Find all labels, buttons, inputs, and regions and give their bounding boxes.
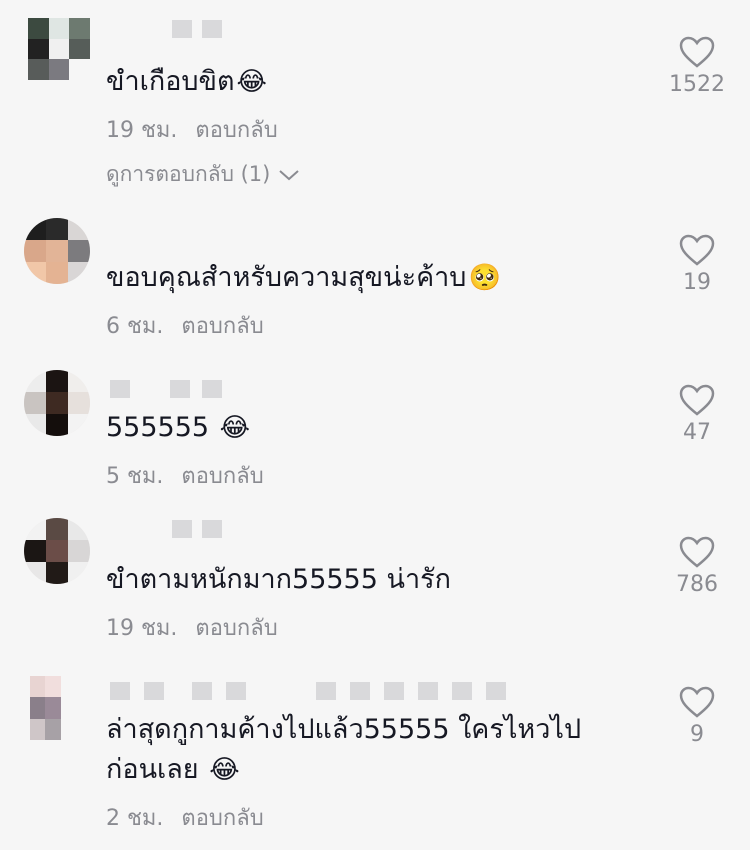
username-redacted[interactable] xyxy=(110,380,222,398)
avatar[interactable] xyxy=(24,518,90,584)
comment-text: ล่าสุดกูกามค้างไปแล้ว55555 ใครไหวไป xyxy=(106,714,582,745)
reply-button[interactable]: ตอบกลับ xyxy=(181,308,263,343)
like-count: 19 xyxy=(683,270,711,295)
comment-time: 5 ชม. xyxy=(106,464,164,489)
comment-time: 2 ชม. xyxy=(106,806,164,831)
comment-meta: 19 ชม. ตอบกลับ xyxy=(106,610,278,645)
avatar[interactable] xyxy=(30,676,76,740)
comment-text: 555555 😂 xyxy=(106,412,251,443)
comment-meta: 5 ชม. ตอบกลับ xyxy=(106,458,264,493)
comment-text-line2: ก่อนเลย 😂 xyxy=(106,754,240,785)
reply-button[interactable]: ตอบกลับ xyxy=(181,458,263,493)
pleading-face-emoji: 🥺 xyxy=(468,263,501,293)
like-count: 47 xyxy=(683,420,711,445)
reply-button[interactable]: ตอบกลับ xyxy=(181,800,263,835)
comment-meta: 2 ชม. ตอบกลับ xyxy=(106,800,264,835)
heart-outline-icon xyxy=(679,384,715,416)
laughing-emoji: 😂 xyxy=(209,755,240,785)
view-replies-button[interactable]: ดูการตอบกลับ (1) xyxy=(106,158,300,191)
comment-time: 6 ชม. xyxy=(106,314,164,339)
comment-meta: 19 ชม. ตอบกลับ xyxy=(106,112,278,147)
like-button[interactable]: 9 xyxy=(662,686,732,747)
like-button[interactable]: 19 xyxy=(662,234,732,295)
like-button[interactable]: 1522 xyxy=(662,36,732,97)
reply-button[interactable]: ตอบกลับ xyxy=(195,112,277,147)
like-button[interactable]: 47 xyxy=(662,384,732,445)
heart-outline-icon xyxy=(679,234,715,266)
username-redacted[interactable] xyxy=(172,20,222,38)
avatar[interactable] xyxy=(24,370,90,436)
comment-meta: 6 ชม. ตอบกลับ xyxy=(106,308,264,343)
heart-outline-icon xyxy=(679,686,715,718)
heart-outline-icon xyxy=(679,36,715,68)
comment-text: ขำเกือบขิต😂 xyxy=(106,66,267,97)
username-redacted[interactable] xyxy=(110,682,506,700)
laughing-emoji: 😂 xyxy=(236,67,267,97)
reply-button[interactable]: ตอบกลับ xyxy=(195,610,277,645)
comment-time: 19 ชม. xyxy=(106,118,178,143)
heart-outline-icon xyxy=(679,536,715,568)
view-replies-label: ดูการตอบกลับ (1) xyxy=(106,162,271,186)
username-redacted[interactable] xyxy=(172,520,222,538)
avatar[interactable] xyxy=(28,18,90,80)
comment-time: 19 ชม. xyxy=(106,616,178,641)
like-count: 9 xyxy=(690,722,704,747)
chevron-down-icon xyxy=(279,169,300,180)
like-button[interactable]: 786 xyxy=(662,536,732,597)
like-count: 786 xyxy=(676,572,718,597)
comment-text: ขำตามหนักมาก55555 น่ารัก xyxy=(106,564,451,595)
laughing-emoji: 😂 xyxy=(219,413,251,443)
avatar[interactable] xyxy=(24,218,90,284)
like-count: 1522 xyxy=(669,72,725,97)
comment-text: ขอบคุณสำหรับความสุขน่ะค้าบ🥺 xyxy=(106,262,501,293)
